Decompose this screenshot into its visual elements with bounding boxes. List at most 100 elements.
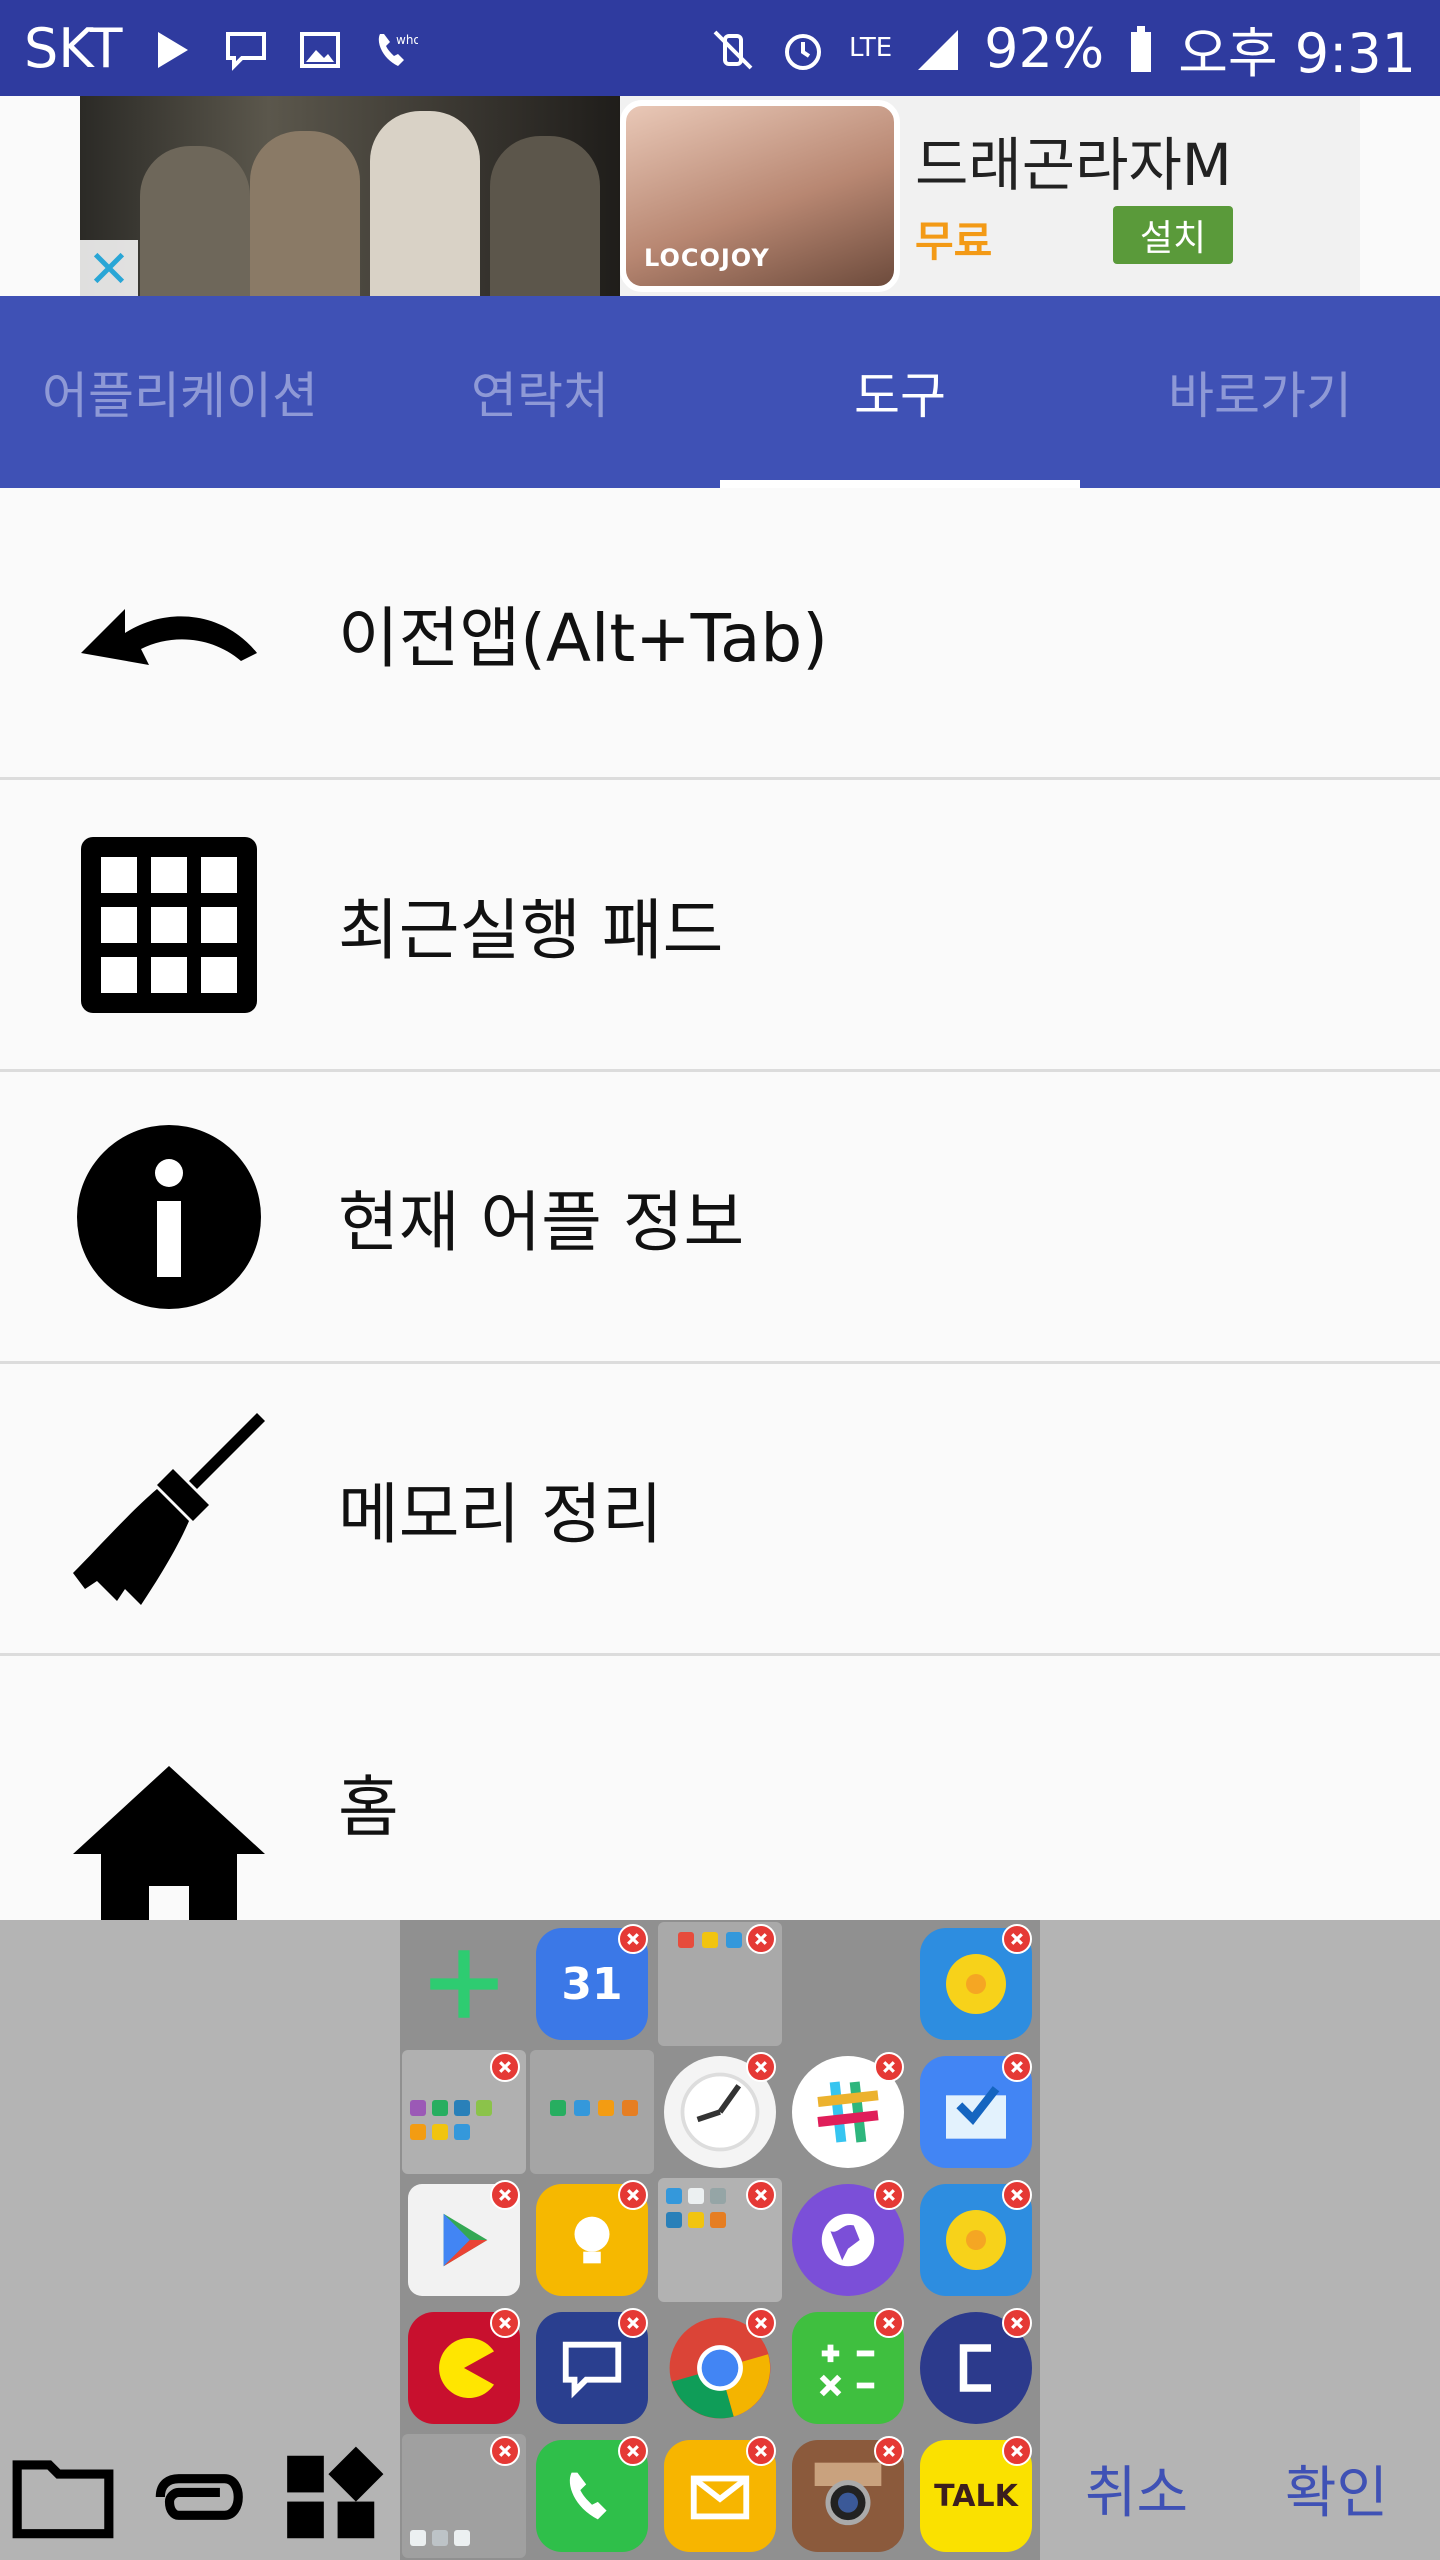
- tab-contacts[interactable]: 연락처: [360, 296, 720, 488]
- status-bar: SKT who LTE 92% 오후 9:31: [0, 0, 1440, 96]
- tool-label: 홈: [338, 1769, 399, 1846]
- remove-icon[interactable]: [1002, 2436, 1032, 2466]
- calculator-app[interactable]: [784, 2304, 912, 2432]
- clock: 오후 9:31: [1178, 21, 1416, 85]
- remove-icon[interactable]: [746, 2052, 776, 2082]
- tab-shortcuts[interactable]: 바로가기: [1080, 296, 1440, 488]
- remove-icon[interactable]: [874, 2052, 904, 2082]
- play-store-app[interactable]: [400, 2176, 528, 2304]
- internet-app[interactable]: [784, 2176, 912, 2304]
- ad-price: 무료: [915, 217, 993, 266]
- remove-icon[interactable]: [746, 2308, 776, 2338]
- folder-icon: [530, 2050, 654, 2174]
- tool-item-app-info[interactable]: 현재 어플 정보: [0, 1072, 1440, 1364]
- instagram-app[interactable]: [784, 2432, 912, 2560]
- ad-app-logo: LOCOJOY: [620, 100, 900, 292]
- messages-app[interactable]: [528, 2304, 656, 2432]
- gallery-app[interactable]: [912, 1920, 1040, 2048]
- remove-icon[interactable]: [874, 2308, 904, 2338]
- attach-button[interactable]: [142, 2442, 252, 2552]
- remove-icon[interactable]: [746, 2436, 776, 2466]
- grid-icon: [0, 825, 338, 1025]
- remove-icon[interactable]: [618, 2308, 648, 2338]
- plus-icon: [430, 1950, 498, 2018]
- paperclip-icon: [155, 2474, 243, 2520]
- message-notification-icon: [222, 24, 270, 72]
- gallery-app[interactable]: [912, 2176, 1040, 2304]
- tab-applications[interactable]: 어플리케이션: [0, 296, 360, 488]
- mute-icon: [709, 24, 757, 72]
- ad-install-button[interactable]: 설치: [1113, 206, 1233, 264]
- whowho-notification-icon: who: [370, 24, 421, 72]
- carrier-label: SKT: [24, 16, 123, 80]
- inbox-app[interactable]: [912, 2048, 1040, 2176]
- folder-slot[interactable]: [656, 2176, 784, 2304]
- tool-item-recent-pad[interactable]: 최근실행 패드: [0, 780, 1440, 1072]
- calendar-app[interactable]: 31: [528, 1920, 656, 2048]
- folder-button[interactable]: [8, 2442, 118, 2552]
- undo-arrow-icon: [0, 533, 338, 733]
- tool-label: 최근실행 패드: [338, 891, 724, 969]
- svg-text:who: who: [396, 33, 418, 47]
- tab-bar: 어플리케이션 연락처 도구 바로가기: [0, 296, 1440, 488]
- empty-slot[interactable]: [784, 1920, 912, 2048]
- info-icon: [0, 1117, 338, 1317]
- lte-label: LTE: [848, 33, 893, 63]
- remove-icon[interactable]: [490, 2436, 520, 2466]
- kakaotalk-app[interactable]: TALK: [912, 2432, 1040, 2560]
- tool-item-previous-app[interactable]: 이전앱(Alt+Tab): [0, 488, 1440, 780]
- remove-icon[interactable]: [618, 2180, 648, 2210]
- remove-icon[interactable]: [618, 1924, 648, 1954]
- folder-slot[interactable]: [656, 1920, 784, 2048]
- slack-app[interactable]: [784, 2048, 912, 2176]
- broom-icon: [0, 1409, 338, 1609]
- keep-app[interactable]: [528, 2176, 656, 2304]
- add-slot[interactable]: [400, 1920, 528, 2048]
- remove-icon[interactable]: [1002, 2308, 1032, 2338]
- ad-close-icon[interactable]: [80, 240, 138, 296]
- ad-artwork: [80, 96, 620, 296]
- cancel-button[interactable]: 취소: [1085, 2448, 1188, 2529]
- widgets-icon: [287, 2446, 384, 2539]
- pacman-app[interactable]: [400, 2304, 528, 2432]
- widgets-button[interactable]: [278, 2442, 388, 2552]
- remove-icon[interactable]: [874, 2436, 904, 2466]
- remove-icon[interactable]: [490, 2308, 520, 2338]
- remove-icon[interactable]: [874, 2180, 904, 2210]
- tool-label: 메모리 정리: [338, 1475, 663, 1553]
- folder-outline-icon: [12, 2460, 114, 2539]
- email-app[interactable]: [656, 2432, 784, 2560]
- ad-banner[interactable]: LOCOJOY 드래곤라자M 무료 설치: [80, 96, 1360, 296]
- chrome-app[interactable]: [656, 2304, 784, 2432]
- battery-percent: 92%: [984, 16, 1105, 80]
- tool-item-memory-clean[interactable]: 메모리 정리: [0, 1364, 1440, 1656]
- play-store-notification-icon: [148, 24, 196, 72]
- folder-slot[interactable]: [528, 2048, 656, 2176]
- tab-tools[interactable]: 도구: [720, 296, 1080, 488]
- tool-label: 이전앱(Alt+Tab): [338, 599, 829, 677]
- talk-label: TALK: [934, 2478, 1018, 2514]
- remove-icon[interactable]: [490, 2052, 520, 2082]
- remove-icon[interactable]: [1002, 1924, 1032, 1954]
- remove-icon[interactable]: [490, 2180, 520, 2210]
- ad-brand: LOCOJOY: [644, 244, 770, 272]
- image-notification-icon: [296, 24, 344, 72]
- confirm-button[interactable]: 확인: [1285, 2448, 1388, 2529]
- remove-icon[interactable]: [746, 2180, 776, 2210]
- battery-icon: [1126, 24, 1156, 72]
- folder-slot[interactable]: [400, 2432, 528, 2560]
- tools-list: 이전앱(Alt+Tab) 최근실행 패드 현재 어플 정보 메모리 정리 홈: [0, 488, 1440, 2088]
- tool-label: 현재 어플 정보: [338, 1183, 745, 1261]
- c-launcher-app[interactable]: [912, 2304, 1040, 2432]
- remove-icon[interactable]: [1002, 2180, 1032, 2210]
- remove-icon[interactable]: [746, 1924, 776, 1954]
- folder-slot[interactable]: [400, 2048, 528, 2176]
- ad-title: 드래곤라자M: [915, 131, 1232, 199]
- alarm-icon: [779, 24, 827, 72]
- remove-icon[interactable]: [1002, 2052, 1032, 2082]
- clock-app[interactable]: [656, 2048, 784, 2176]
- calendar-day: 31: [561, 1958, 623, 2010]
- remove-icon[interactable]: [618, 2436, 648, 2466]
- phone-app[interactable]: [528, 2432, 656, 2560]
- signal-icon: [914, 24, 962, 72]
